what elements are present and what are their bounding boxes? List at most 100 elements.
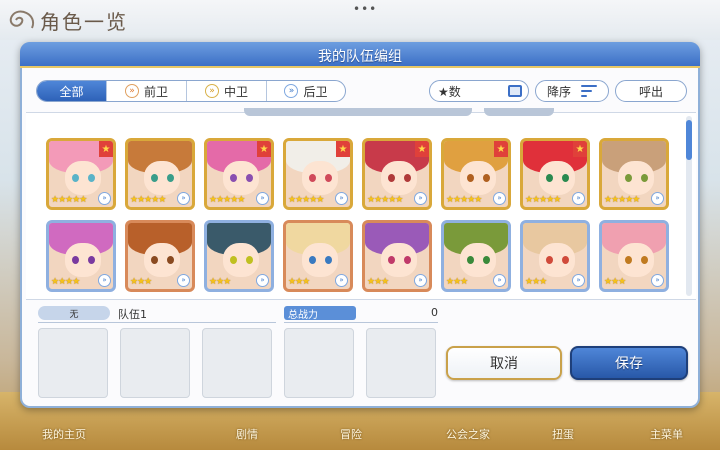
- role-chevron-icon: »: [572, 274, 585, 287]
- star-rating: ★★★★★: [209, 195, 245, 205]
- character-portrait[interactable]: ★ ★★★★★»: [362, 138, 432, 210]
- character-eye: [483, 256, 490, 264]
- divider: [284, 322, 438, 323]
- character-eye: [246, 174, 253, 182]
- tab-all[interactable]: 全部: [37, 81, 107, 101]
- character-portrait[interactable]: ★★★ »: [362, 220, 432, 292]
- character-face: [223, 243, 259, 277]
- tab-label: 全部: [59, 84, 84, 99]
- role-chevron-icon: »: [493, 274, 506, 287]
- tab-front[interactable]: » 前卫: [107, 81, 187, 101]
- character-portrait[interactable]: ★★★ »: [520, 220, 590, 292]
- role-chevron-icon: »: [98, 192, 111, 205]
- character-eye: [562, 174, 569, 182]
- star-rating: ★★★★★: [51, 195, 87, 205]
- character-portrait[interactable]: ★★★★ »: [46, 220, 116, 292]
- character-portrait[interactable]: ★★★ »: [283, 220, 353, 292]
- sort-lines-icon: [581, 85, 597, 97]
- character-face: [144, 161, 180, 195]
- rank-star-icon: ★: [573, 141, 587, 157]
- save-button[interactable]: 保存: [570, 346, 688, 380]
- character-eye: [72, 256, 79, 264]
- cancel-button[interactable]: 取消: [446, 346, 562, 380]
- nav-home[interactable]: 我的主页: [42, 426, 86, 442]
- scroll-thumb[interactable]: [686, 120, 692, 160]
- tab-label: 中卫: [223, 84, 248, 99]
- team-slot[interactable]: [38, 328, 108, 398]
- character-eye: [467, 174, 474, 182]
- rank-star-icon: ★: [99, 141, 113, 157]
- character-eye: [404, 256, 411, 264]
- screen-title: 角色一览: [40, 10, 128, 34]
- character-eye: [167, 174, 174, 182]
- character-face: [381, 161, 417, 195]
- front-chevron-icon: »: [124, 84, 139, 98]
- grid-scrollbar[interactable]: [686, 116, 692, 296]
- team-name[interactable]: 队伍1: [118, 306, 147, 322]
- nav-adventure[interactable]: 冒险: [340, 426, 362, 442]
- character-eye: [88, 256, 95, 264]
- swirl-logo-icon: [9, 10, 35, 29]
- character-face: [302, 243, 338, 277]
- role-chevron-icon: »: [414, 274, 427, 287]
- star-rating: ★★★★: [51, 277, 80, 287]
- character-eye: [625, 256, 632, 264]
- call-button[interactable]: 呼出: [615, 80, 687, 102]
- character-face: [223, 161, 259, 195]
- character-face: [539, 161, 575, 195]
- character-portrait[interactable]: ★ ★★★★★»: [441, 138, 511, 210]
- star-rating: ★★★: [446, 277, 468, 287]
- back-chevron-icon: »: [284, 84, 299, 98]
- tab-back[interactable]: » 后卫: [267, 81, 345, 101]
- character-portrait[interactable]: ★ ★★★★★»: [46, 138, 116, 210]
- star-rating: ★★★: [604, 277, 626, 287]
- star-rating: ★★★: [525, 277, 547, 287]
- nav-gacha[interactable]: 扭蛋: [552, 426, 574, 442]
- rank-star-icon: ★: [257, 141, 271, 157]
- team-slot[interactable]: [202, 328, 272, 398]
- role-chevron-icon: »: [414, 192, 427, 205]
- character-face: [144, 243, 180, 277]
- character-portrait[interactable]: ★ ★★★★★»: [283, 138, 353, 210]
- character-eye: [246, 256, 253, 264]
- character-portrait[interactable]: ★★★★★ »: [125, 138, 195, 210]
- star-sort-button[interactable]: ★数: [429, 80, 529, 102]
- character-portrait[interactable]: ★★★ »: [204, 220, 274, 292]
- character-face: [65, 243, 101, 277]
- star-rating: ★★★★★: [367, 195, 403, 205]
- character-portrait[interactable]: ★★★ »: [125, 220, 195, 292]
- character-eye: [88, 174, 95, 182]
- tab-middle[interactable]: » 中卫: [187, 81, 267, 101]
- team-slot[interactable]: [284, 328, 354, 398]
- star-rating: ★★★: [367, 277, 389, 287]
- character-portrait[interactable]: ★★★★★ »: [599, 138, 669, 210]
- role-chevron-icon: »: [177, 274, 190, 287]
- team-slot[interactable]: [366, 328, 436, 398]
- character-portrait[interactable]: ★ ★★★★★»: [204, 138, 274, 210]
- nav-guild-house[interactable]: 公会之家: [446, 426, 490, 442]
- team-slot[interactable]: [120, 328, 190, 398]
- character-face: [618, 161, 654, 195]
- character-face: [460, 161, 496, 195]
- role-chevron-icon: »: [335, 274, 348, 287]
- star-rating: ★★★★★: [525, 195, 561, 205]
- character-eye: [388, 256, 395, 264]
- character-portrait[interactable]: ★★★ »: [441, 220, 511, 292]
- role-chevron-icon: »: [651, 192, 664, 205]
- team-tag: 无: [38, 306, 110, 320]
- character-eye: [404, 174, 411, 182]
- nav-main-menu[interactable]: 主菜单: [650, 426, 683, 442]
- star-rating: ★★★: [209, 277, 231, 287]
- nav-story[interactable]: 剧情: [236, 426, 258, 442]
- menu-dots-icon[interactable]: •••: [353, 2, 377, 16]
- character-portrait[interactable]: ★ ★★★★★»: [520, 138, 590, 210]
- star-rating: ★★★: [288, 277, 310, 287]
- character-eye: [167, 256, 174, 264]
- character-face: [618, 243, 654, 277]
- character-portrait[interactable]: ★★★ »: [599, 220, 669, 292]
- character-face: [302, 161, 338, 195]
- role-chevron-icon: »: [256, 192, 269, 205]
- position-filter-tabs: 全部 » 前卫 » 中卫 » 后卫: [36, 80, 346, 102]
- role-chevron-icon: »: [493, 192, 506, 205]
- order-button[interactable]: 降序: [535, 80, 609, 102]
